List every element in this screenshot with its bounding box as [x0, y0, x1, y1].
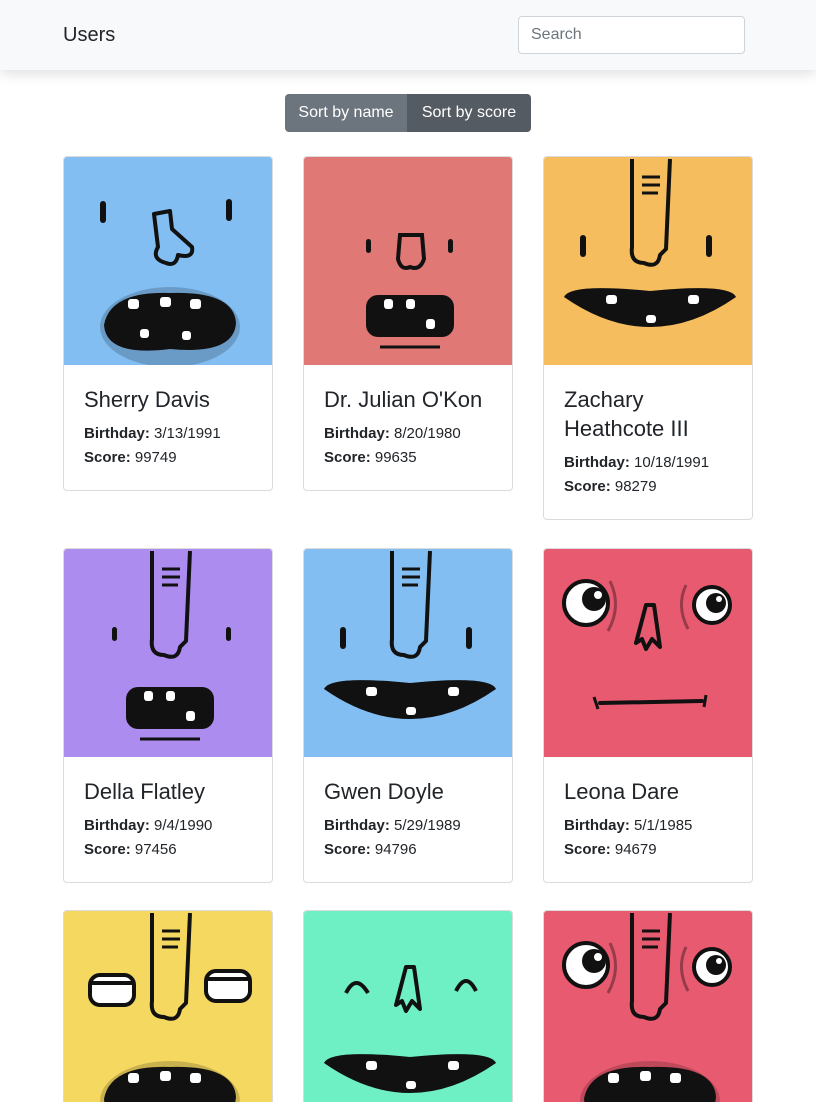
birthday-value: 5/1/1985 — [634, 817, 693, 834]
user-name: Della Flatley — [84, 779, 206, 804]
score-value: 99635 — [374, 449, 417, 466]
birthday-label: Birthday: — [84, 817, 150, 834]
card-body: Della Flatley Birthday: 9/4/1990 Score: … — [64, 757, 272, 882]
birthday-label: Birthday: — [564, 817, 630, 834]
score-value: 98279 — [614, 478, 657, 495]
birthday-label: Birthday: — [324, 817, 390, 834]
score-value: 99749 — [134, 449, 177, 466]
card-body: Sherry Davis Birthday: 3/13/1991 Score: … — [64, 365, 272, 490]
avatar-image — [304, 157, 512, 365]
score-row: Score: 94679 — [564, 838, 732, 862]
score-value: 94679 — [614, 841, 657, 858]
birthday-label: Birthday: — [84, 425, 150, 442]
avatar-image — [64, 549, 272, 757]
score-label: Score: — [84, 841, 131, 858]
card-body: Zachary Heathcote III Birthday: 10/18/19… — [544, 365, 752, 519]
birthday-value: 3/13/1991 — [154, 425, 221, 442]
user-name: Zachary Heathcote III — [564, 387, 689, 441]
user-card[interactable] — [63, 910, 273, 1102]
navbar-brand[interactable]: Users — [63, 24, 115, 47]
birthday-label: Birthday: — [324, 425, 390, 442]
user-card[interactable] — [303, 910, 513, 1102]
score-row: Score: 98279 — [564, 475, 732, 499]
user-name: Gwen Doyle — [324, 779, 444, 804]
birthday-row: Birthday: 9/4/1990 — [84, 814, 252, 838]
user-card[interactable]: Dr. Julian O'Kon Birthday: 8/20/1980 Sco… — [303, 156, 513, 491]
user-card[interactable]: Zachary Heathcote III Birthday: 10/18/19… — [543, 156, 753, 520]
sort-by-name-button[interactable]: Sort by name — [285, 94, 407, 132]
avatar-image — [544, 157, 752, 365]
user-name: Leona Dare — [564, 779, 679, 804]
score-row: Score: 99749 — [84, 446, 252, 470]
birthday-value: 8/20/1980 — [394, 425, 461, 442]
birthday-value: 10/18/1991 — [634, 454, 710, 471]
user-name: Dr. Julian O'Kon — [324, 387, 483, 412]
navbar: Users — [0, 0, 816, 70]
birthday-row: Birthday: 3/13/1991 — [84, 422, 252, 446]
avatar-image — [304, 911, 512, 1102]
user-name: Sherry Davis — [84, 387, 210, 412]
score-row: Score: 99635 — [324, 446, 492, 470]
avatar-image — [64, 911, 272, 1102]
score-label: Score: — [564, 478, 611, 495]
birthday-row: Birthday: 5/29/1989 — [324, 814, 492, 838]
birthday-value: 9/4/1990 — [154, 817, 213, 834]
user-card[interactable]: Sherry Davis Birthday: 3/13/1991 Score: … — [63, 156, 273, 491]
sort-by-score-button[interactable]: Sort by score — [407, 94, 531, 132]
score-value: 97456 — [134, 841, 177, 858]
score-label: Score: — [564, 841, 611, 858]
score-label: Score: — [84, 449, 131, 466]
user-card[interactable]: Della Flatley Birthday: 9/4/1990 Score: … — [63, 548, 273, 883]
search-input[interactable] — [518, 16, 745, 54]
score-label: Score: — [324, 841, 371, 858]
card-body: Gwen Doyle Birthday: 5/29/1989 Score: 94… — [304, 757, 512, 882]
birthday-label: Birthday: — [564, 454, 630, 471]
birthday-row: Birthday: 8/20/1980 — [324, 422, 492, 446]
user-card[interactable]: Leona Dare Birthday: 5/1/1985 Score: 946… — [543, 548, 753, 883]
card-body: Dr. Julian O'Kon Birthday: 8/20/1980 Sco… — [304, 365, 512, 490]
avatar-image — [64, 157, 272, 365]
card-body: Leona Dare Birthday: 5/1/1985 Score: 946… — [544, 757, 752, 882]
birthday-row: Birthday: 10/18/1991 — [564, 451, 732, 475]
score-row: Score: 94796 — [324, 838, 492, 862]
birthday-row: Birthday: 5/1/1985 — [564, 814, 732, 838]
sort-button-group: Sort by name Sort by score — [285, 94, 531, 132]
birthday-value: 5/29/1989 — [394, 817, 461, 834]
avatar-image — [544, 911, 752, 1102]
score-row: Score: 97456 — [84, 838, 252, 862]
avatar-image — [304, 549, 512, 757]
user-card[interactable] — [543, 910, 753, 1102]
avatar-image — [544, 549, 752, 757]
mouth — [100, 287, 240, 365]
user-card[interactable]: Gwen Doyle Birthday: 5/29/1989 Score: 94… — [303, 548, 513, 883]
score-label: Score: — [324, 449, 371, 466]
score-value: 94796 — [374, 841, 417, 858]
